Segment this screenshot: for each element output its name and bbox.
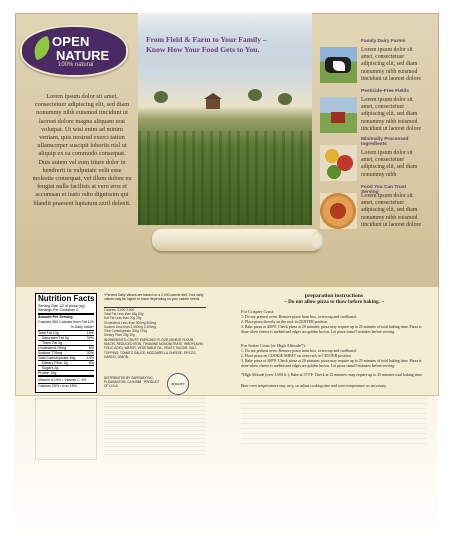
crispy-title: For Crispier Crust: (241, 309, 275, 314)
mineral-label: Calcium 25% • Iron 15% (38, 384, 77, 388)
feature-title: Family Dairy Farms (361, 39, 406, 44)
daily-values-ingredients: *Percent Daily Values are based on a 2,0… (104, 293, 206, 391)
distributor-text: DISTRIBUTED BY SAFEWAY INC. PLEASANTON, … (104, 376, 160, 389)
farmhouse-icon (204, 93, 222, 109)
softer-title: For Softer Crust (or High Altitude*): (241, 343, 306, 348)
feature-body: Lorem ipsum dolor sit amet, consectetuer… (361, 97, 422, 132)
amount-per-serving: Amount Per Serving (38, 315, 73, 319)
nutrition-facts-panel: Nutrition Facts Serving Size 1/2 of pizz… (35, 293, 97, 393)
feature-body: Lorem ipsum dolor sit amet, consectetuer… (361, 193, 422, 228)
feature-pesticide-free-fields: Pesticide-Free Fields Lorem ipsum dolor … (320, 89, 424, 139)
hero-title-line1: From Field & Farm to Your Family – (146, 35, 267, 44)
feature-food-you-can-trust: Food You Can Trust Serving Lorem ipsum d… (320, 185, 424, 235)
mirror-reflection (15, 396, 437, 546)
intro-paragraph: Lorem ipsum dolor sit amet, consectetuer… (32, 93, 132, 207)
nutrition-title: Nutrition Facts (38, 294, 95, 303)
calories-row: Calories 360 Calories from Fat 120 (38, 320, 94, 324)
reflection-ingredients-ghost (104, 398, 206, 458)
daily-value-note: *Percent Daily Values are based on a 2,0… (104, 293, 204, 302)
barn-photo-icon (320, 97, 357, 133)
prep-warning: ~ Do not allow pizza to thaw before baki… (284, 299, 384, 305)
vegetables-photo-icon (320, 145, 357, 181)
reflection-prep-ghost (241, 398, 427, 448)
daily-value-header: % Daily Value* (70, 325, 94, 329)
feature-minimally-processed: Minimally Processed Ingredients Lorem ip… (320, 137, 424, 187)
prep-footer: Bear oven temperatures may vary, so adju… (241, 384, 387, 388)
ingredients-text: INGREDIENTS: CRUST: ENRICHED FLOUR (WHEA… (104, 338, 204, 359)
paper-scroll-roll (152, 229, 325, 251)
tree-icon (248, 89, 262, 101)
quality-seal-icon: QUALITY (167, 373, 189, 395)
feature-body: Lorem ipsum dolor sit amet, consectetuer… (361, 150, 418, 178)
preparation-instructions: preparation instructions ~ Do not allow … (241, 293, 427, 391)
feature-body: Lorem ipsum dolor sit amet, consectetuer… (361, 47, 422, 82)
hero-title-line2: Know How Your Food Gets to You. (146, 45, 260, 54)
crop-rows (138, 131, 312, 225)
brand-tagline: 100% natural (58, 62, 94, 68)
crispy-step: 3. Bake pizza at 400°F. Check pizza at 2… (241, 325, 422, 334)
softer-step: 3. Bake pizza at 400°F. Check pizza at 2… (241, 359, 422, 368)
cow-photo-icon (320, 47, 357, 83)
vitamin-row: Vitamin A 10% • Vitamin C 4% (38, 378, 94, 382)
hero-title: From Field & Farm to Your Family – Know … (146, 35, 306, 55)
tree-icon (278, 93, 292, 105)
feature-title: Pesticide-Free Fields (361, 89, 409, 94)
feature-title: Minimally Processed Ingredients (361, 137, 409, 147)
pizza-photo-icon (320, 193, 357, 229)
farm-hero-image: From Field & Farm to Your Family – Know … (138, 13, 312, 225)
divider (38, 375, 94, 377)
reflection-nutrition-ghost (35, 398, 97, 460)
open-nature-logo: OPEN NATURE 100% natural (20, 25, 128, 77)
daily-value-row: Dietary Fiber 25g 30g (104, 333, 135, 338)
daily-value-table: Calories: 2,000 2,500 Total Fat Less tha… (104, 307, 206, 337)
tree-icon (154, 91, 168, 103)
vitamin-label: Vitamin A 10% • Vitamin C 4% (38, 378, 87, 382)
brand-line1: OPEN (52, 34, 90, 49)
mineral-row: Calcium 25% • Iron 15% (38, 383, 94, 388)
leaf-icon (30, 35, 54, 61)
brand-line2: NATURE (56, 48, 110, 63)
feature-family-dairy-farms: Family Dairy Farms Lorem ipsum dolor sit… (320, 39, 424, 89)
servings-per-container: Servings Per Container 2 (38, 308, 79, 312)
high-altitude-note: *High Altitude (over 3,500 ft.): Bake at… (241, 373, 423, 377)
